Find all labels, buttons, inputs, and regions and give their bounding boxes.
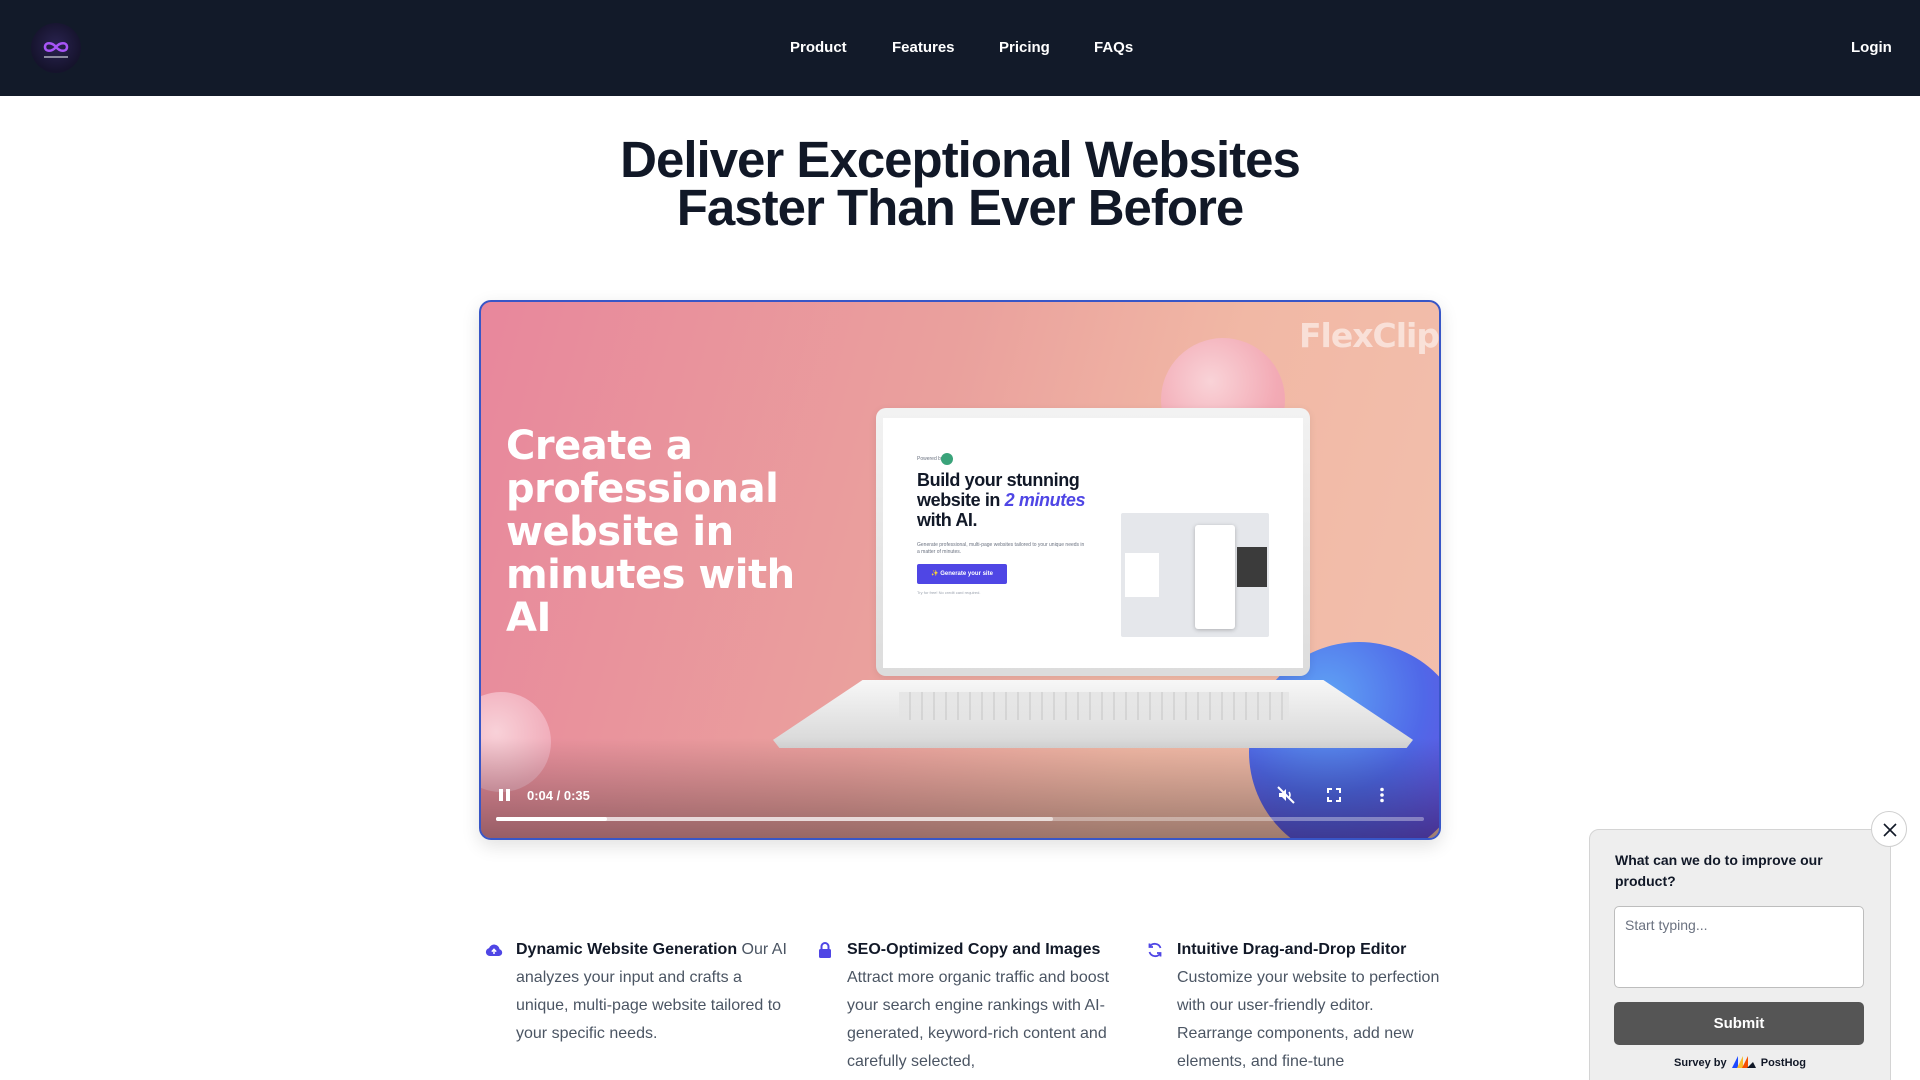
hero-title-line2: Faster Than Ever Before: [676, 179, 1245, 236]
preview-card: [1125, 553, 1159, 597]
video-timecode: 0:04 / 0:35: [527, 788, 590, 803]
nav-link-features[interactable]: Features: [892, 39, 955, 56]
brand-dot-icon: [941, 453, 953, 465]
screen-headline: Build your stunning website in 2 minutes…: [917, 470, 1086, 530]
video-watermark: FlexClip: [1299, 316, 1439, 355]
hero-title: Deliver Exceptional Websites Faster Than…: [0, 134, 1920, 233]
feature-seo-copy: SEO-Optimized Copy and Images Attract mo…: [819, 936, 1131, 1076]
survey-question: What can we do to improve our product?: [1615, 852, 1823, 889]
laptop-mockup: Powered by Build your stunning website i…: [876, 408, 1310, 676]
refresh-icon: [1148, 942, 1162, 958]
screen-site-preview: [1121, 513, 1269, 637]
infinity-logo-icon[interactable]: [31, 23, 81, 73]
survey-close-button[interactable]: [1871, 811, 1907, 847]
cloud-upload-icon: [485, 944, 503, 957]
promo-video-player[interactable]: FlexClip Create a professional website i…: [479, 300, 1441, 840]
video-headline: Create a professional website in minutes…: [506, 423, 795, 641]
more-options-icon[interactable]: [1373, 786, 1391, 804]
feature-dynamic-generation: Dynamic Website Generation Our AI analyz…: [485, 936, 796, 1048]
nav-link-product[interactable]: Product: [790, 39, 847, 56]
preview-phone: [1195, 525, 1235, 629]
survey-credit: Survey by PostHog: [1674, 1056, 1806, 1069]
laptop-keyboard: [899, 692, 1289, 720]
login-link[interactable]: Login: [1851, 39, 1892, 56]
mute-icon[interactable]: [1277, 786, 1295, 804]
lock-icon: [819, 942, 831, 958]
screen-note: Try for free! No credit card required.: [917, 590, 981, 595]
video-progress-bar[interactable]: [496, 817, 1424, 821]
laptop-screen: Powered by Build your stunning website i…: [883, 418, 1303, 668]
feature-text: Attract more organic traffic and boost y…: [847, 969, 1110, 1070]
close-icon: [1883, 823, 1897, 837]
feedback-survey: What can we do to improve our product? S…: [1589, 829, 1891, 1080]
feature-title: SEO-Optimized Copy and Images: [847, 941, 1101, 958]
fullscreen-icon[interactable]: [1325, 786, 1343, 804]
survey-submit-button[interactable]: Submit: [1614, 1002, 1864, 1045]
top-navbar: Product Features Pricing FAQs Login: [0, 0, 1920, 96]
video-played-bar: [496, 817, 608, 821]
feature-drag-drop-editor: Intuitive Drag-and-Drop Editor Customize…: [1148, 936, 1445, 1076]
posthog-logo-icon: [1731, 1056, 1756, 1068]
video-controls-bar: [481, 738, 1439, 838]
feature-title: Intuitive Drag-and-Drop Editor: [1177, 941, 1407, 958]
preview-card-dark: [1237, 547, 1267, 587]
feature-text: Customize your website to perfection wit…: [1177, 969, 1440, 1070]
screen-powered-by: Powered by: [917, 456, 944, 462]
pause-icon[interactable]: [498, 788, 512, 802]
nav-link-faqs[interactable]: FAQs: [1094, 39, 1133, 56]
survey-answer-input[interactable]: [1614, 906, 1864, 988]
feature-title: Dynamic Website Generation: [516, 941, 738, 958]
screen-subtext: Generate professional, multi-page websit…: [917, 542, 1085, 555]
screen-generate-button: ✨ Generate your site: [917, 564, 1007, 584]
nav-link-pricing[interactable]: Pricing: [999, 39, 1050, 56]
